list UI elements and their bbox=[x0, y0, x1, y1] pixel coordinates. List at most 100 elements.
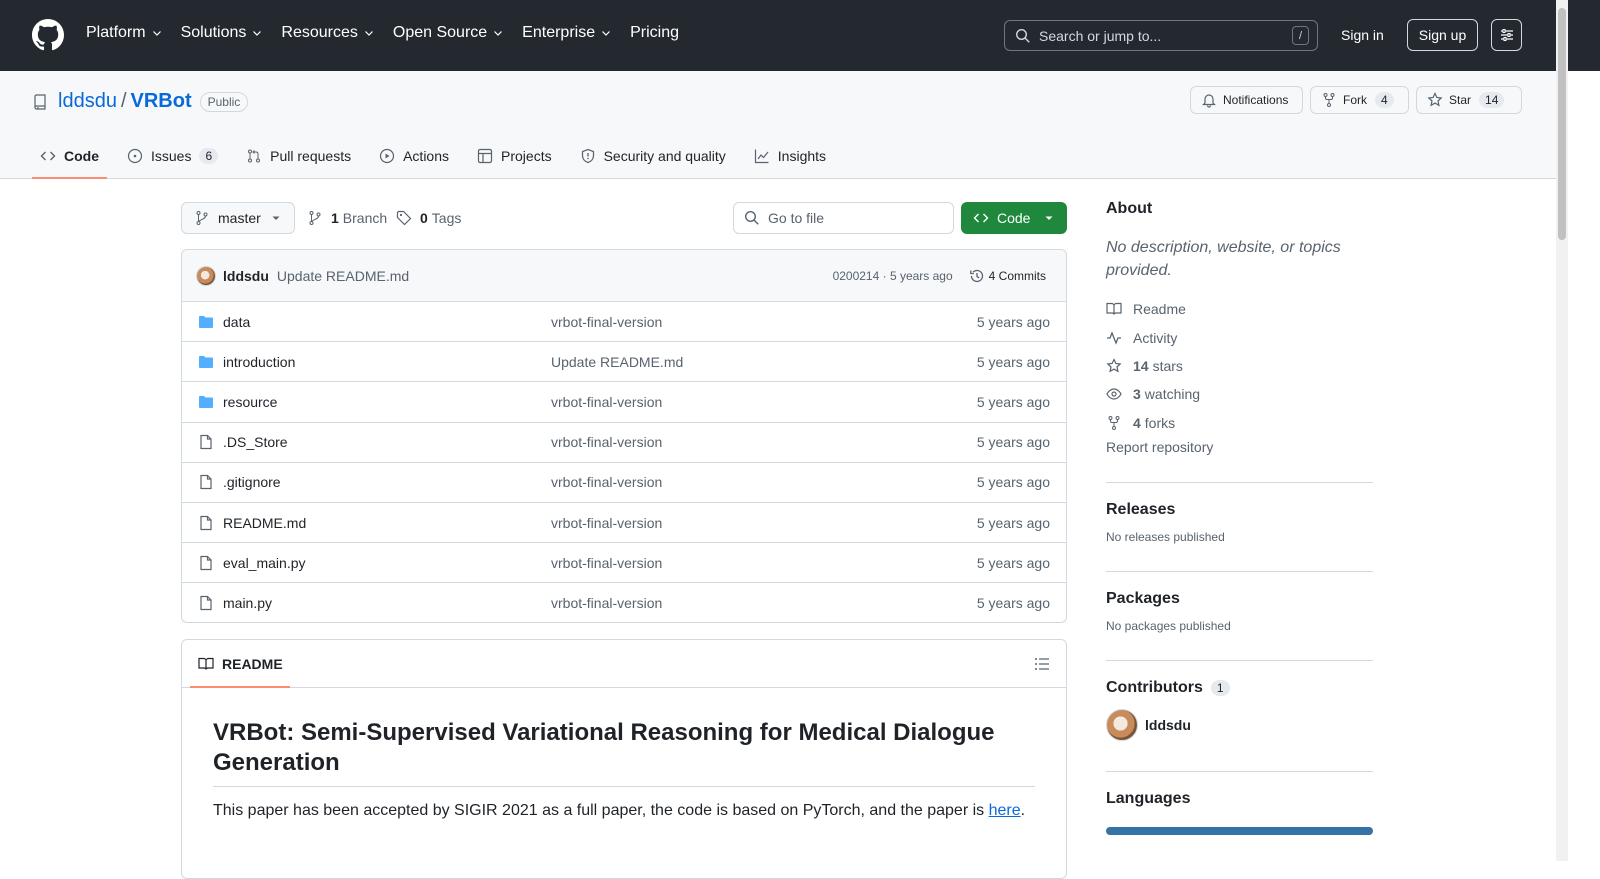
table-row[interactable]: .DS_Store vrbot-final-version 5 years ago bbox=[182, 423, 1066, 463]
watching-link[interactable]: 3 watching bbox=[1106, 380, 1373, 408]
branch-selector[interactable]: master bbox=[181, 202, 295, 234]
file-name-link[interactable]: data bbox=[223, 314, 551, 330]
fork-button[interactable]: Fork 4 bbox=[1310, 86, 1409, 114]
nav-pricing[interactable]: Pricing bbox=[630, 24, 679, 42]
commit-message[interactable]: Update README.md bbox=[277, 268, 409, 284]
table-row[interactable]: resource vrbot-final-version 5 years ago bbox=[182, 382, 1066, 423]
global-header: Platform Solutions Resources Open Source… bbox=[0, 0, 1600, 71]
outline-button[interactable] bbox=[1034, 656, 1050, 672]
commit-author[interactable]: lddsdu bbox=[223, 268, 269, 284]
releases-section: Releases No releases published bbox=[1106, 501, 1225, 544]
tab-issues[interactable]: Issues 6 bbox=[119, 134, 226, 178]
languages-section: Languages bbox=[1106, 790, 1373, 835]
code-button[interactable]: Code bbox=[961, 202, 1067, 234]
file-time: 5 years ago bbox=[976, 595, 1050, 612]
forks-link[interactable]: 4 forks bbox=[1106, 409, 1373, 437]
file-name-link[interactable]: introduction bbox=[223, 354, 551, 370]
packages-heading[interactable]: Packages bbox=[1106, 590, 1231, 608]
contributor-name[interactable]: lddsdu bbox=[1145, 717, 1191, 733]
avatar[interactable] bbox=[1106, 709, 1138, 741]
about-heading: About bbox=[1106, 200, 1153, 217]
table-row[interactable]: introduction Update README.md 5 years ago bbox=[182, 342, 1066, 383]
commits-link[interactable]: 4 Commits bbox=[969, 268, 1052, 284]
tab-code[interactable]: Code bbox=[32, 134, 107, 179]
contributors-heading[interactable]: Contributors 1 bbox=[1106, 679, 1230, 697]
search-input[interactable]: Search or jump to... / bbox=[1004, 20, 1318, 51]
list-icon bbox=[1035, 657, 1049, 670]
contributor-item[interactable]: lddsdu bbox=[1106, 709, 1230, 741]
repo-name-link[interactable]: VRBot bbox=[131, 90, 192, 113]
sign-in-link[interactable]: Sign in bbox=[1341, 27, 1384, 43]
notifications-button[interactable]: Notifications bbox=[1190, 86, 1303, 114]
menu-button[interactable] bbox=[1491, 19, 1522, 51]
repo-owner-link[interactable]: lddsdu bbox=[58, 90, 117, 113]
scrollbar-thumb[interactable] bbox=[1558, 8, 1566, 240]
table-row[interactable]: README.md vrbot-final-version 5 years ago bbox=[182, 503, 1066, 544]
fork-icon bbox=[1323, 93, 1335, 107]
file-commit-message[interactable]: vrbot-final-version bbox=[551, 595, 977, 611]
issues-count: 6 bbox=[199, 148, 219, 164]
stars-link[interactable]: 14 stars bbox=[1106, 352, 1373, 380]
play-circle-icon bbox=[379, 148, 395, 164]
nav-resources[interactable]: Resources bbox=[281, 24, 374, 42]
chevron-down-icon bbox=[494, 31, 503, 36]
file-commit-message[interactable]: vrbot-final-version bbox=[551, 474, 977, 490]
commit-sha-time[interactable]: 0200214 · 5 years ago bbox=[833, 269, 953, 283]
table-row[interactable]: data vrbot-final-version 5 years ago bbox=[182, 302, 1066, 343]
nav-solutions[interactable]: Solutions bbox=[181, 24, 264, 42]
readme-link[interactable]: Readme bbox=[1106, 295, 1373, 323]
file-commit-message[interactable]: vrbot-final-version bbox=[551, 555, 977, 571]
file-commit-message[interactable]: Update README.md bbox=[551, 354, 977, 370]
file-name-link[interactable]: resource bbox=[223, 394, 551, 410]
tab-pull-requests[interactable]: Pull requests bbox=[238, 134, 359, 178]
table-row[interactable]: .gitignore vrbot-final-version 5 years ago bbox=[182, 463, 1066, 503]
file-browser: lddsdu Update README.md 0200214 · 5 year… bbox=[181, 249, 1067, 623]
file-icon-wrap bbox=[198, 434, 216, 450]
table-row[interactable]: main.py vrbot-final-version 5 years ago bbox=[182, 583, 1066, 622]
contributors-section: Contributors 1 lddsdu bbox=[1106, 679, 1230, 741]
file-name-link[interactable]: eval_main.py bbox=[223, 555, 551, 571]
activity-link[interactable]: Activity bbox=[1106, 323, 1373, 351]
book-icon bbox=[198, 657, 214, 670]
star-button[interactable]: Star 14 bbox=[1416, 86, 1522, 114]
file-name-link[interactable]: main.py bbox=[223, 595, 551, 611]
branches-link[interactable]: 1 Branch bbox=[307, 210, 387, 226]
code-icon bbox=[973, 213, 989, 223]
file-time: 5 years ago bbox=[976, 554, 1050, 571]
tab-projects[interactable]: Projects bbox=[469, 134, 560, 178]
file-icon bbox=[200, 435, 212, 450]
caret-down-icon bbox=[1045, 216, 1053, 220]
report-repository-link[interactable]: Report repository bbox=[1106, 439, 1373, 455]
chevron-down-icon bbox=[602, 31, 611, 36]
chevron-down-icon bbox=[152, 31, 161, 36]
avatar[interactable] bbox=[196, 265, 216, 286]
nav-enterprise[interactable]: Enterprise bbox=[522, 24, 612, 42]
file-name-link[interactable]: README.md bbox=[223, 515, 551, 531]
tab-insights[interactable]: Insights bbox=[746, 134, 834, 178]
readme-paragraph: This paper has been accepted by SIGIR 20… bbox=[213, 802, 1026, 819]
go-to-file-input[interactable]: Go to file bbox=[733, 202, 954, 234]
file-commit-message[interactable]: vrbot-final-version bbox=[551, 515, 977, 531]
sign-up-button[interactable]: Sign up bbox=[1407, 19, 1478, 51]
file-name-link[interactable]: .gitignore bbox=[223, 474, 551, 490]
table-row[interactable]: eval_main.py vrbot-final-version 5 years a… bbox=[182, 543, 1066, 584]
tab-security[interactable]: Security and quality bbox=[572, 134, 734, 178]
releases-heading[interactable]: Releases bbox=[1106, 501, 1225, 519]
file-icon-wrap bbox=[198, 474, 216, 490]
tags-link[interactable]: 0 Tags bbox=[396, 210, 461, 226]
github-logo-icon[interactable] bbox=[32, 19, 64, 51]
nav-platform[interactable]: Platform bbox=[86, 24, 163, 42]
file-commit-message[interactable]: vrbot-final-version bbox=[551, 314, 977, 330]
file-commit-message[interactable]: vrbot-final-version bbox=[551, 394, 977, 410]
readme-tab[interactable]: README bbox=[198, 656, 283, 672]
repo-separator: / bbox=[120, 90, 127, 112]
nav-open-source[interactable]: Open Source bbox=[393, 24, 504, 42]
sliders-icon bbox=[1500, 29, 1513, 41]
book-icon bbox=[1106, 303, 1122, 315]
file-commit-message[interactable]: vrbot-final-version bbox=[551, 434, 977, 450]
paper-link[interactable]: here bbox=[989, 802, 1021, 819]
fork-count: 4 bbox=[1375, 92, 1394, 108]
file-name-link[interactable]: .DS_Store bbox=[223, 434, 551, 450]
tab-actions[interactable]: Actions bbox=[371, 134, 457, 178]
latest-commit-bar: lddsdu Update README.md 0200214 · 5 year… bbox=[182, 250, 1066, 302]
